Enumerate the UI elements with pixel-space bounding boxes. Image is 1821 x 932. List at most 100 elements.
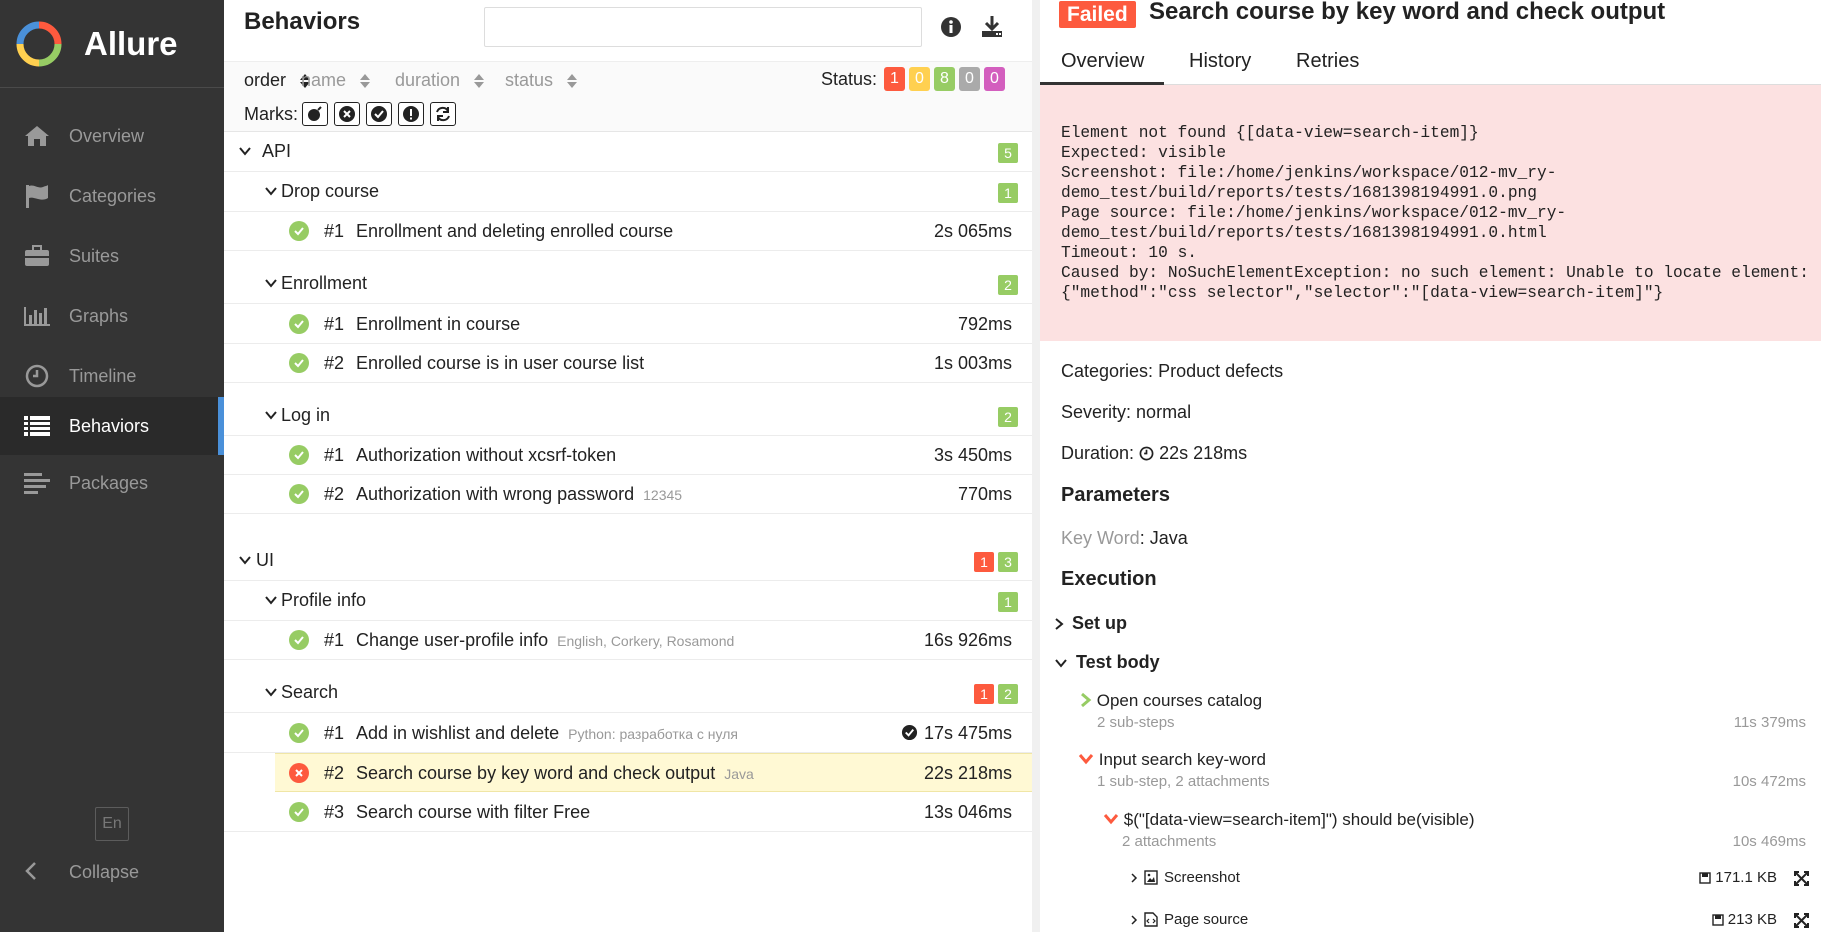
test-row[interactable]: #1 Authorization without xcsrf-token 3s … bbox=[224, 436, 1032, 475]
tree-group-api[interactable]: API 5 bbox=[224, 132, 1032, 172]
test-duration: 17s 475ms bbox=[923, 723, 1012, 743]
test-row[interactable]: #1 Add in wishlist and delete Python: раз… bbox=[224, 714, 1032, 753]
collapse-button[interactable]: Collapse bbox=[0, 852, 224, 892]
mark-flaky-toggle[interactable] bbox=[302, 102, 328, 126]
sort-by-duration[interactable]: duration bbox=[395, 70, 485, 91]
expand-icon[interactable] bbox=[1794, 871, 1809, 886]
test-number: #1 bbox=[324, 723, 345, 743]
mark-new-broken-toggle[interactable] bbox=[398, 102, 424, 126]
tree-group-enrollment[interactable]: Enrollment 2 bbox=[224, 264, 1032, 304]
code-file-icon bbox=[1144, 912, 1158, 927]
test-row[interactable]: #1 Enrollment in course 792ms bbox=[224, 305, 1032, 344]
nav-item-suites[interactable]: Suites bbox=[0, 227, 224, 285]
test-row-selected[interactable]: #2 Search course by key word and check o… bbox=[275, 753, 1032, 792]
test-row[interactable]: #1 Enrollment and deleting enrolled cour… bbox=[224, 212, 1032, 251]
test-name-wrap: Authorization without xcsrf-token bbox=[356, 445, 625, 466]
test-number: #2 bbox=[324, 484, 345, 504]
test-number: #1 bbox=[324, 221, 345, 241]
tree-header: Behaviors bbox=[224, 0, 1032, 62]
status-filter-failed[interactable]: 1 bbox=[884, 67, 905, 91]
attachment-page-source[interactable]: Page source bbox=[1130, 911, 1248, 928]
test-duration: 22s 218ms bbox=[923, 763, 1012, 783]
test-row[interactable]: #2 Authorization with wrong password 1234… bbox=[224, 475, 1032, 514]
expand-icon[interactable] bbox=[1794, 913, 1809, 928]
passed-status-icon bbox=[289, 221, 309, 241]
test-row[interactable]: #1 Change user-profile info English, Cork… bbox=[224, 621, 1032, 660]
test-name-wrap: Search course by key word and check outp… bbox=[356, 763, 754, 784]
exclamation-circle-icon bbox=[403, 106, 419, 122]
group-name: Log in bbox=[281, 405, 331, 425]
chevron-right-icon bbox=[1131, 914, 1138, 925]
test-row[interactable]: #3 Search course with filter Free 13s 04… bbox=[224, 793, 1032, 832]
test-params: Java bbox=[724, 766, 754, 782]
tab-retries[interactable]: Retries bbox=[1296, 50, 1359, 73]
refresh-icon bbox=[436, 106, 450, 122]
passed-status-icon bbox=[289, 353, 309, 373]
status-filter-broken[interactable]: 0 bbox=[909, 67, 930, 91]
test-name-wrap: Enrollment in course bbox=[356, 314, 529, 335]
language-switch-button[interactable]: En bbox=[95, 807, 129, 841]
setup-stage[interactable]: Set up bbox=[1054, 613, 1127, 634]
test-name-wrap: Enrollment and deleting enrolled course bbox=[356, 221, 682, 242]
mark-new-failed-toggle[interactable] bbox=[334, 102, 360, 126]
clock-icon bbox=[1139, 446, 1154, 461]
sort-label: order bbox=[244, 70, 287, 90]
chevron-down-icon bbox=[265, 411, 277, 420]
chevron-down-icon bbox=[1103, 814, 1119, 825]
attachment-screenshot[interactable]: Screenshot bbox=[1130, 869, 1240, 886]
sort-by-name[interactable]: name bbox=[301, 70, 371, 91]
test-name-wrap: Authorization with wrong password 12345 bbox=[356, 484, 682, 505]
test-number: #1 bbox=[324, 630, 345, 650]
logo[interactable]: Allure bbox=[0, 0, 224, 88]
list-icon bbox=[22, 412, 52, 440]
tab-overview[interactable]: Overview bbox=[1061, 50, 1144, 73]
test-number: #2 bbox=[324, 763, 345, 783]
tree-group-search[interactable]: Search 1 2 bbox=[224, 673, 1032, 713]
nav-item-overview[interactable]: Overview bbox=[0, 107, 224, 165]
nav-item-graphs[interactable]: Graphs bbox=[0, 287, 224, 345]
step-duration: 10s 472ms bbox=[1732, 773, 1806, 790]
image-file-icon bbox=[1144, 870, 1158, 885]
tab-history[interactable]: History bbox=[1189, 50, 1251, 73]
home-icon bbox=[22, 122, 52, 150]
bomb-icon bbox=[308, 106, 322, 121]
passed-count-badge: 1 bbox=[998, 183, 1018, 203]
status-filter-skipped[interactable]: 0 bbox=[959, 67, 980, 91]
info-icon[interactable] bbox=[940, 16, 962, 43]
test-name-wrap: Search course with filter Free bbox=[356, 802, 599, 823]
status-filter-unknown[interactable]: 0 bbox=[984, 67, 1005, 91]
test-row[interactable]: #2 Enrolled course is in user course lis… bbox=[224, 344, 1032, 383]
step-open-courses-catalog[interactable]: Open courses catalog bbox=[1080, 691, 1262, 711]
save-icon bbox=[1712, 913, 1724, 926]
app-name: Allure bbox=[84, 24, 178, 62]
tree-group-log-in[interactable]: Log in 2 bbox=[224, 396, 1032, 436]
passed-count-badge: 2 bbox=[998, 684, 1018, 704]
check-circle-icon bbox=[371, 106, 387, 122]
step-duration: 11s 379ms bbox=[1733, 714, 1806, 731]
group-name: API bbox=[262, 141, 292, 161]
nav-item-behaviors[interactable]: Behaviors bbox=[0, 397, 224, 455]
group-name: Enrollment bbox=[281, 273, 368, 293]
nav-item-categories[interactable]: Categories bbox=[0, 167, 224, 225]
passed-count-badge: 2 bbox=[998, 407, 1018, 427]
search-input[interactable] bbox=[484, 7, 922, 47]
mark-new-passed-toggle[interactable] bbox=[366, 102, 392, 126]
tree-group-ui[interactable]: UI 1 3 bbox=[224, 541, 1032, 581]
nav-item-label: Timeline bbox=[69, 365, 137, 386]
test-body-label: Test body bbox=[1076, 652, 1160, 672]
mark-retries-toggle[interactable] bbox=[430, 102, 456, 126]
test-name: Enrollment and deleting enrolled course bbox=[356, 221, 674, 241]
status-filter-passed[interactable]: 8 bbox=[934, 67, 955, 91]
sort-by-status[interactable]: status bbox=[505, 70, 578, 91]
tree-group-profile-info[interactable]: Profile info 1 bbox=[224, 581, 1032, 621]
step-should-be-visible[interactable]: $("[data-view=search-item]") should be(v… bbox=[1103, 810, 1475, 830]
duration-value: 22s 218ms bbox=[1159, 443, 1248, 463]
sort-bar: order name duration status Status: 1 0 8… bbox=[224, 62, 1032, 102]
nav-item-packages[interactable]: Packages bbox=[0, 454, 224, 512]
download-icon[interactable] bbox=[980, 14, 1004, 43]
pane-splitter[interactable] bbox=[1032, 0, 1040, 932]
step-input-search-key-word[interactable]: Input search key-word bbox=[1078, 750, 1266, 770]
test-body-stage[interactable]: Test body bbox=[1054, 652, 1160, 673]
step-substeps: 2 sub-steps bbox=[1097, 714, 1175, 731]
tree-group-drop-course[interactable]: Drop course 1 bbox=[224, 172, 1032, 212]
